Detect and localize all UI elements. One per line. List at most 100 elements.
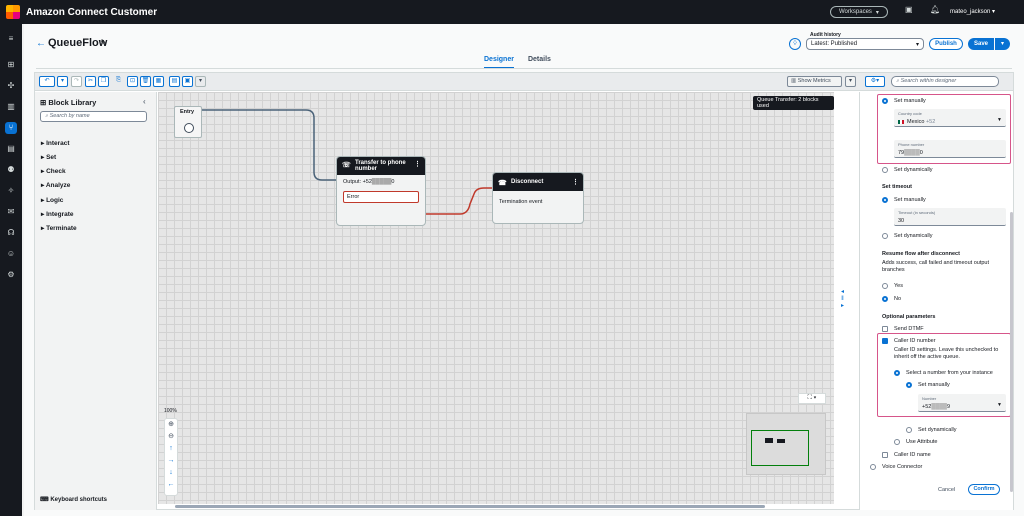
block-library-label: Block Library xyxy=(48,98,97,107)
panel-scrollbar[interactable] xyxy=(1010,212,1013,492)
entry-block[interactable]: Entry xyxy=(174,106,202,138)
flow-canvas[interactable]: Queue Transfer: 2 blocks used Entry ☏ Tr… xyxy=(158,92,834,504)
minimap[interactable] xyxy=(746,413,826,475)
panel-toggle[interactable]: ◂ ‖ ▸ xyxy=(841,289,844,310)
undo-options-icon[interactable]: ▾ xyxy=(57,76,68,87)
timeout-set-dynamically-radio[interactable] xyxy=(882,233,888,239)
person-icon[interactable]: ☺ xyxy=(5,248,17,260)
block-menu-icon[interactable]: ⋮ xyxy=(414,160,421,168)
resume-no-label: No xyxy=(894,296,902,302)
timeout-field[interactable]: Timeout (in seconds) 30 xyxy=(894,208,1006,226)
cid-set-dynamically-radio[interactable] xyxy=(906,427,912,433)
metrics-options-icon[interactable]: ▾ xyxy=(845,76,856,87)
phone-transfer-icon: ☏ xyxy=(342,162,351,169)
disconnect-block[interactable]: ☎ Disconnect ⋮ Termination event xyxy=(492,172,584,224)
library-category-label: Check xyxy=(46,168,66,175)
caret-down-icon: ▾ xyxy=(915,42,919,48)
grid-icon: ⊞ xyxy=(40,98,47,107)
fit-view-button[interactable]: ⛶ ▾ xyxy=(798,393,826,404)
menu-icon[interactable]: ≡ xyxy=(5,33,17,45)
collapse-left-icon[interactable]: ‹ xyxy=(143,97,146,106)
apps-icon[interactable]: ▣ xyxy=(905,5,913,14)
entry-connector xyxy=(188,109,336,181)
timeout-set-manually-label: Set manually xyxy=(894,197,926,203)
cancel-button[interactable]: Cancel xyxy=(938,487,955,493)
keyboard-shortcuts-link[interactable]: ⌨ Keyboard shortcuts xyxy=(40,496,107,503)
library-category-check[interactable]: ▸ Check xyxy=(41,167,66,175)
minimap-viewport xyxy=(751,430,809,466)
voice-connector-radio[interactable] xyxy=(870,464,876,470)
analytics-icon[interactable]: ▥ xyxy=(5,101,17,113)
caller-id-name-checkbox[interactable] xyxy=(882,452,888,458)
audit-history-select[interactable]: Latest: Published ▾ xyxy=(806,38,924,50)
library-category-terminate[interactable]: ▸ Terminate xyxy=(41,224,77,232)
more-options-icon[interactable]: ▾ xyxy=(195,76,206,87)
send-dtmf-checkbox[interactable] xyxy=(882,326,888,332)
headset-icon[interactable]: ☊ xyxy=(5,227,17,239)
arrange-icon[interactable]: ▦ xyxy=(153,76,164,87)
contact-icon[interactable]: ✉ xyxy=(5,206,17,218)
resume-yes-radio[interactable] xyxy=(882,283,888,289)
zoom-out-icon[interactable]: ⊖ xyxy=(165,431,177,443)
view-icon[interactable]: ▣ xyxy=(182,76,193,87)
tab-divider xyxy=(36,68,1012,69)
keyboard-icon: ⌨ xyxy=(40,497,49,503)
library-category-logic[interactable]: ▸ Logic xyxy=(41,196,63,204)
workspaces-dropdown[interactable]: Workspaces ▾ xyxy=(830,6,888,18)
pan-up-icon[interactable]: ↑ xyxy=(165,443,177,455)
timeout-set-manually-radio[interactable] xyxy=(882,197,888,203)
phone-set-dynamically-radio[interactable] xyxy=(882,167,888,173)
library-category-label: Set xyxy=(46,154,57,161)
save-layout-icon[interactable]: ▤ xyxy=(169,76,180,87)
routing-icon[interactable]: ✣ xyxy=(5,80,17,92)
back-arrow-icon[interactable]: ← xyxy=(36,38,46,49)
zoom-in-icon[interactable]: ⊕ xyxy=(165,419,177,431)
copy-icon[interactable]: ❐ xyxy=(98,76,109,87)
designer-search-input[interactable]: ⌕ Search within designer xyxy=(891,76,999,87)
save-options-button[interactable]: ▾ xyxy=(995,38,1010,50)
block-config-panel: Set manually Country code Mexico +52 ▼ P… xyxy=(859,92,1013,510)
block-menu-icon[interactable]: ⋮ xyxy=(572,178,579,186)
show-metrics-button[interactable]: ▥ Show Metrics xyxy=(787,76,842,87)
library-category-analyze[interactable]: ▸ Analyze xyxy=(41,181,70,189)
use-attribute-radio[interactable] xyxy=(894,439,900,445)
disconnect-icon: ☎ xyxy=(498,180,507,187)
save-button[interactable]: Save xyxy=(968,38,994,50)
amazon-connect-logo xyxy=(6,5,20,19)
edit-pencil-icon[interactable]: ✎ xyxy=(100,38,107,47)
notification-bell-icon[interactable]: 🔔︎ xyxy=(930,5,940,14)
paste-icon[interactable]: ⎘ xyxy=(113,76,124,87)
publish-button[interactable]: Publish xyxy=(929,38,963,50)
flows-icon[interactable]: ⑂ xyxy=(5,122,17,134)
library-category-interact[interactable]: ▸ Interact xyxy=(41,139,70,147)
designer-toolbar: ↶ ▾ ↷ ✂ ❐ ⎘ ⊡ 🗑︎ ▦ ▤ ▣ ▾ ▥ Show Metrics … xyxy=(35,73,1013,91)
settings-icon[interactable]: ⚙ xyxy=(5,269,17,281)
canvas-horizontal-scrollbar[interactable] xyxy=(175,505,765,508)
transfer-to-phone-block[interactable]: ☏ Transfer to phone number ⋮ Output: +52… xyxy=(336,156,426,226)
entry-start-icon xyxy=(184,123,194,133)
pan-right-icon[interactable]: → xyxy=(165,455,177,467)
error-branch[interactable]: Error xyxy=(343,191,419,203)
redo-icon[interactable]: ↷ xyxy=(71,76,82,87)
pan-left-icon[interactable]: ← xyxy=(165,479,177,491)
dashboard-icon[interactable]: ⊞ xyxy=(5,59,17,71)
resume-no-radio[interactable] xyxy=(882,296,888,302)
cut-icon[interactable]: ✂ xyxy=(85,76,96,87)
settings-gear-icon[interactable]: ⚙▾ xyxy=(865,76,885,87)
library-search-input[interactable]: ⌕ Search by name xyxy=(40,111,147,122)
channels-icon[interactable]: ✧ xyxy=(5,185,17,197)
library-category-integrate[interactable]: ▸ Integrate xyxy=(41,210,74,218)
undo-icon[interactable]: ↶ xyxy=(39,76,55,87)
connector-lines xyxy=(188,109,492,215)
user-menu[interactable]: mateo_jackson ▾ xyxy=(950,8,995,15)
pan-down-icon[interactable]: ↓ xyxy=(165,467,177,479)
lightbulb-icon[interactable]: 💡︎ xyxy=(789,38,801,50)
select-all-icon[interactable]: ⊡ xyxy=(127,76,138,87)
entry-label: Entry xyxy=(180,109,195,115)
designer-search-placeholder: Search within designer xyxy=(900,78,957,84)
users-icon[interactable]: ⚉ xyxy=(5,164,17,176)
library-category-set[interactable]: ▸ Set xyxy=(41,153,56,161)
confirm-button[interactable]: Confirm xyxy=(968,484,1000,495)
queues-icon[interactable]: ▤ xyxy=(5,143,17,155)
delete-icon[interactable]: 🗑︎ xyxy=(140,76,151,87)
